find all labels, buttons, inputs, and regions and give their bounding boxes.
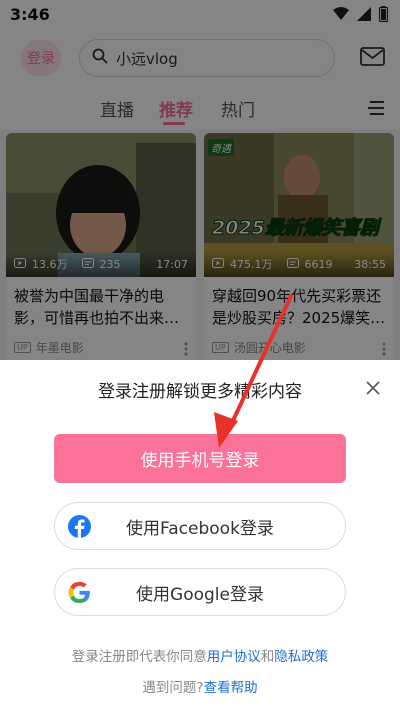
privacy-policy-link[interactable]: 隐私政策 xyxy=(274,649,328,665)
facebook-login-label: 使用Facebook登录 xyxy=(126,518,274,539)
facebook-icon xyxy=(68,515,91,538)
google-icon xyxy=(68,581,91,604)
google-login-button[interactable]: 使用Google登录 xyxy=(54,568,346,616)
dim-overlay[interactable] xyxy=(0,0,400,360)
google-login-label: 使用Google登录 xyxy=(136,584,264,605)
terms-and: 和 xyxy=(260,649,275,665)
facebook-login-button[interactable]: 使用Facebook登录 xyxy=(54,502,346,550)
help-link[interactable]: 查看帮助 xyxy=(204,680,258,696)
sheet-title: 登录注册解锁更多精彩内容 xyxy=(98,382,302,402)
terms-prefix: 登录注册即代表你同意 xyxy=(71,649,207,665)
login-sheet: 登录注册解锁更多精彩内容 使用手机号登录 使用Facebook登录 使用Goog… xyxy=(0,360,400,711)
phone-login-button[interactable]: 使用手机号登录 xyxy=(54,434,346,483)
close-icon[interactable] xyxy=(364,379,382,397)
user-agreement-link[interactable]: 用户协议 xyxy=(207,649,261,665)
help-notice: 遇到问题?查看帮助 xyxy=(0,676,400,696)
help-prefix: 遇到问题? xyxy=(142,680,204,696)
terms-notice: 登录注册即代表你同意用户协议和隐私政策 xyxy=(0,645,400,665)
